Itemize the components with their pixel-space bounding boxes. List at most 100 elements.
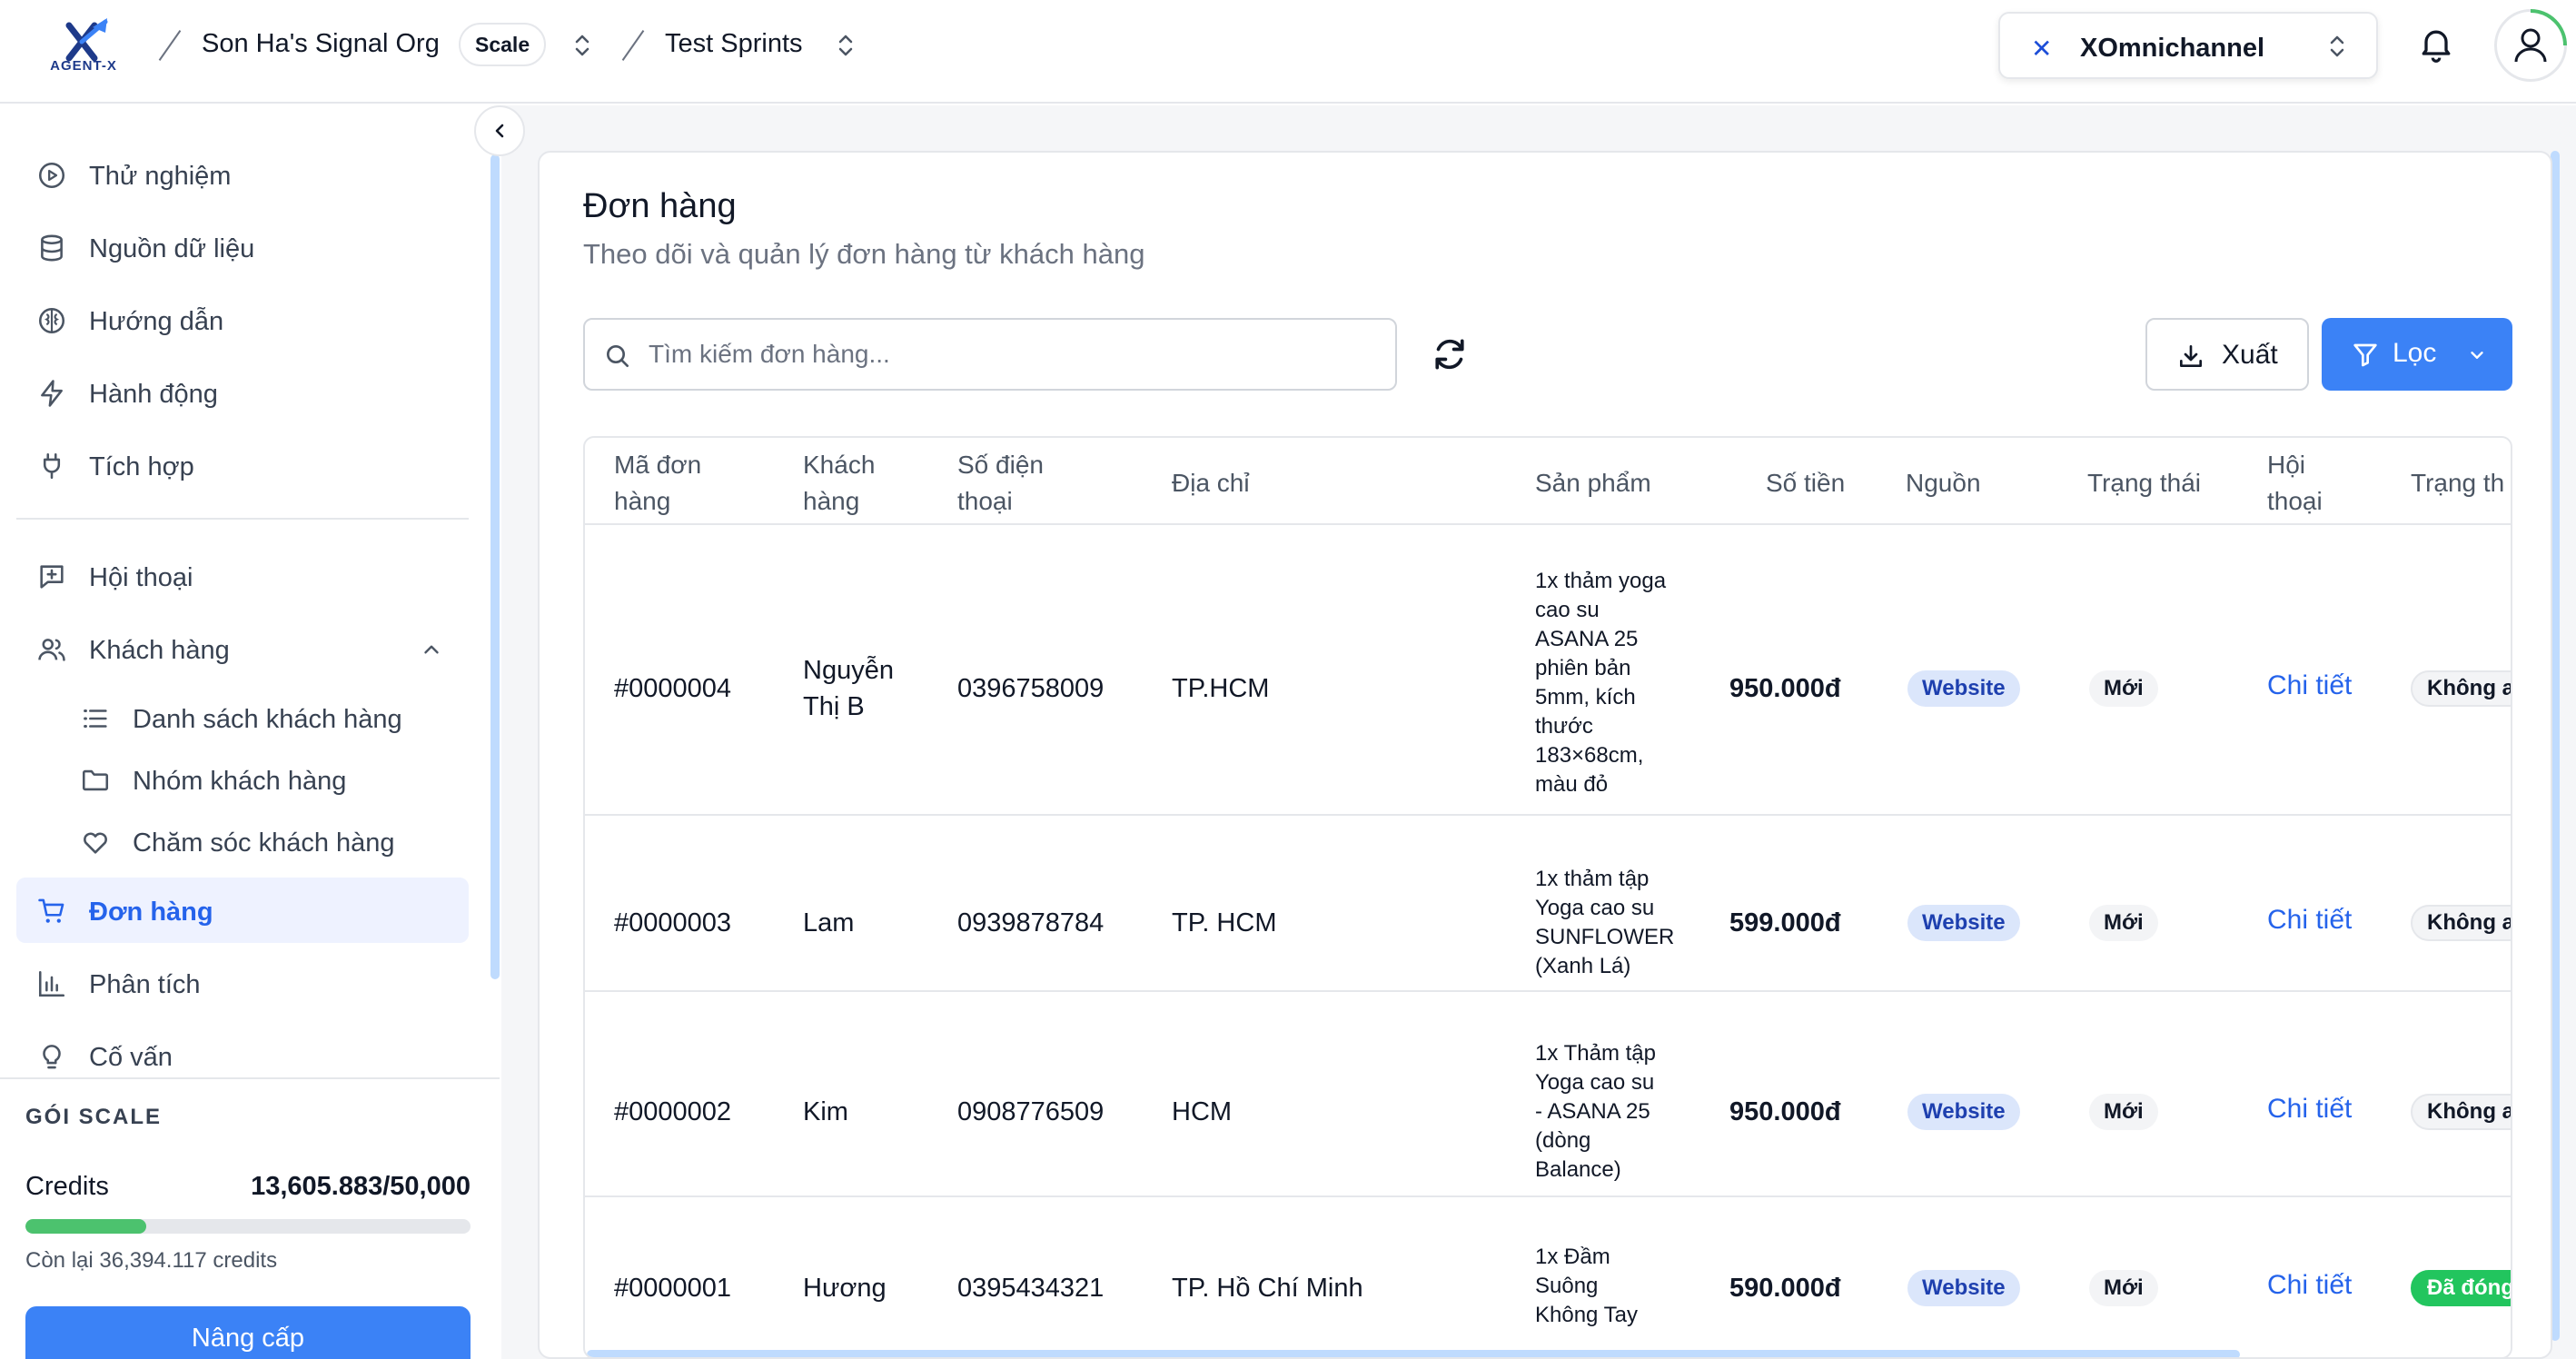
cell-customer: Nguyễn Thị B — [803, 656, 894, 721]
plug-icon — [43, 452, 61, 480]
status-badge: Mới — [2089, 1094, 2158, 1130]
cell-phone: 0908776509 — [957, 1097, 1105, 1126]
credits-progress-bar — [25, 1219, 471, 1234]
sidebar-item-huong-dan[interactable]: Hướng dẫn — [16, 287, 469, 352]
sidebar-item-thu-nghiem[interactable]: Thử nghiệm — [16, 142, 469, 207]
page-subtitle: Theo dõi và quản lý đơn hàng từ khách hà… — [583, 238, 1145, 270]
sidebar-collapse-button[interactable] — [474, 105, 525, 156]
cell-customer: Hương — [803, 1274, 887, 1303]
sidebar-item-nhom-khach-hang[interactable]: Nhóm khách hàng — [16, 747, 469, 812]
sidebar-item-label: Chăm sóc khách hàng — [133, 828, 395, 858]
list-icon — [84, 709, 107, 729]
user-icon — [2514, 9, 2567, 63]
message-plus-icon — [40, 565, 64, 589]
header-conversation[interactable]: Hội thoại — [2267, 447, 2323, 520]
sidebar-item-label: Đơn hàng — [89, 898, 213, 927]
header-product[interactable]: Sản phẩm — [1535, 465, 1651, 501]
cell-amount: 950.000đ — [1729, 1097, 1841, 1126]
sidebar-item-don-hang[interactable]: Đơn hàng — [16, 878, 469, 943]
lightbulb-icon — [43, 1045, 61, 1069]
header-address[interactable]: Địa chỉ — [1172, 465, 1250, 501]
conversation-detail-link[interactable]: Chi tiết — [2267, 1094, 2352, 1125]
cell-address: TP. HCM — [1172, 908, 1277, 937]
cell-order-id: #0000003 — [614, 908, 732, 937]
chevron-up-icon — [424, 645, 439, 654]
bell-icon[interactable] — [2416, 24, 2456, 64]
sidebar-item-cham-soc-khach-hang[interactable]: Chăm sóc khách hàng — [16, 808, 469, 874]
upgrade-button[interactable]: Nâng cấp — [25, 1306, 471, 1359]
header-divider — [585, 523, 2511, 525]
cell-customer: Kim — [803, 1097, 848, 1126]
row-divider — [585, 990, 2511, 992]
sidebar-item-label: Nhóm khách hàng — [133, 767, 347, 796]
conversation-detail-link[interactable]: Chi tiết — [2267, 1270, 2352, 1301]
sidebar-item-label: Hành động — [89, 380, 218, 409]
header-source[interactable]: Nguồn — [1906, 465, 1981, 501]
sidebar-scrollbar[interactable] — [490, 154, 500, 979]
search-input[interactable] — [649, 334, 1375, 374]
breadcrumb-separator — [158, 30, 182, 61]
conv-status-badge: Không a — [2411, 670, 2511, 707]
logo-text: AGENT-X — [50, 58, 117, 74]
export-label: Xuất — [2222, 340, 2278, 370]
sidebar-item-phan-tich[interactable]: Phân tích — [16, 950, 469, 1016]
sidebar-item-label: Cố vấn — [89, 1043, 173, 1072]
search-box[interactable] — [583, 318, 1397, 391]
org-name[interactable]: Son Ha's Signal Org — [202, 29, 440, 59]
row-divider — [585, 1195, 2511, 1197]
row-divider — [585, 814, 2511, 816]
plan-panel: GÓI SCALE Credits 13,605.883/50,000 Còn … — [0, 1077, 500, 1359]
cell-address: HCM — [1172, 1097, 1233, 1126]
org-switcher-icon[interactable] — [572, 31, 592, 60]
cell-amount: 950.000đ — [1729, 674, 1841, 703]
sidebar-item-khach-hang[interactable]: Khách hàng — [16, 616, 469, 681]
header-customer[interactable]: Khách hàng — [803, 447, 875, 520]
download-icon — [2180, 345, 2202, 367]
sidebar-item-label: Tích hợp — [89, 452, 194, 481]
header-conv-status[interactable]: Trạng th — [2411, 465, 2504, 501]
credits-remaining: Còn lại 36,394.117 credits — [25, 1248, 278, 1273]
channel-x-icon: ✕ — [2031, 35, 2053, 63]
header-status[interactable]: Trạng thái — [2087, 465, 2201, 501]
cell-customer: Lam — [803, 908, 855, 937]
cell-product: 1x Thảm tập Yoga cao su - ASANA 25 (dòng Bal… — [1535, 1041, 1656, 1182]
sidebar-item-tich-hop[interactable]: Tích hợp — [16, 432, 469, 498]
conversation-detail-link[interactable]: Chi tiết — [2267, 670, 2352, 701]
project-name[interactable]: Test Sprints — [665, 29, 803, 59]
export-button[interactable]: Xuất — [2145, 318, 2309, 391]
sidebar-item-nguon-du-lieu[interactable]: Nguồn dữ liệu — [16, 214, 469, 280]
lightning-icon — [41, 380, 63, 407]
conversation-detail-link[interactable]: Chi tiết — [2267, 905, 2352, 936]
cell-amount: 599.000đ — [1729, 908, 1841, 937]
orders-table: Mã đơn hàng Khách hàng Số điện thoại Địa ch… — [583, 436, 2512, 1357]
source-badge: Website — [1907, 670, 2020, 707]
cell-phone: 0939878784 — [957, 908, 1105, 937]
sidebar-item-label: Hướng dẫn — [89, 307, 224, 336]
breadcrumb-separator — [621, 30, 645, 61]
cell-order-id: #0000004 — [614, 674, 732, 703]
refresh-icon[interactable] — [1430, 334, 1470, 374]
chevron-down-icon — [2471, 352, 2483, 359]
filter-label: Lọc — [2393, 338, 2437, 368]
project-switcher-icon[interactable] — [836, 31, 856, 60]
cell-product: 1x thảm tập Yoga cao su SUNFLOWER (Xanh Lá) — [1535, 867, 1675, 978]
channel-selector[interactable]: ✕ XOmnichannel — [1998, 12, 2378, 79]
status-badge: Mới — [2089, 905, 2158, 941]
cell-phone: 0395434321 — [957, 1274, 1105, 1303]
sidebar-item-label: Thử nghiệm — [89, 162, 232, 191]
header-order-id[interactable]: Mã đơn hàng — [614, 447, 701, 520]
credits-progress-fill — [25, 1219, 147, 1234]
sidebar-item-danh-sach-khach-hang[interactable]: Danh sách khách hàng — [16, 685, 469, 750]
header-amount[interactable]: Số tiền — [1766, 465, 1845, 501]
table-horizontal-scrollbar[interactable] — [587, 1350, 2240, 1357]
header-phone[interactable]: Số điện thoại — [957, 447, 1044, 520]
filter-button[interactable]: Lọc — [2322, 318, 2512, 391]
plan-badge: Scale — [459, 23, 547, 66]
folder-icon — [82, 769, 109, 791]
sidebar-item-hanh-dong[interactable]: Hành động — [16, 360, 469, 425]
chevron-updown-icon — [2330, 35, 2344, 57]
cell-product: 1x Đầm Suông Không Tay — [1535, 1245, 1638, 1327]
cell-phone: 0396758009 — [957, 674, 1105, 703]
status-badge: Mới — [2089, 1270, 2158, 1306]
sidebar-item-hoi-thoai[interactable]: Hội thoại — [16, 543, 469, 609]
